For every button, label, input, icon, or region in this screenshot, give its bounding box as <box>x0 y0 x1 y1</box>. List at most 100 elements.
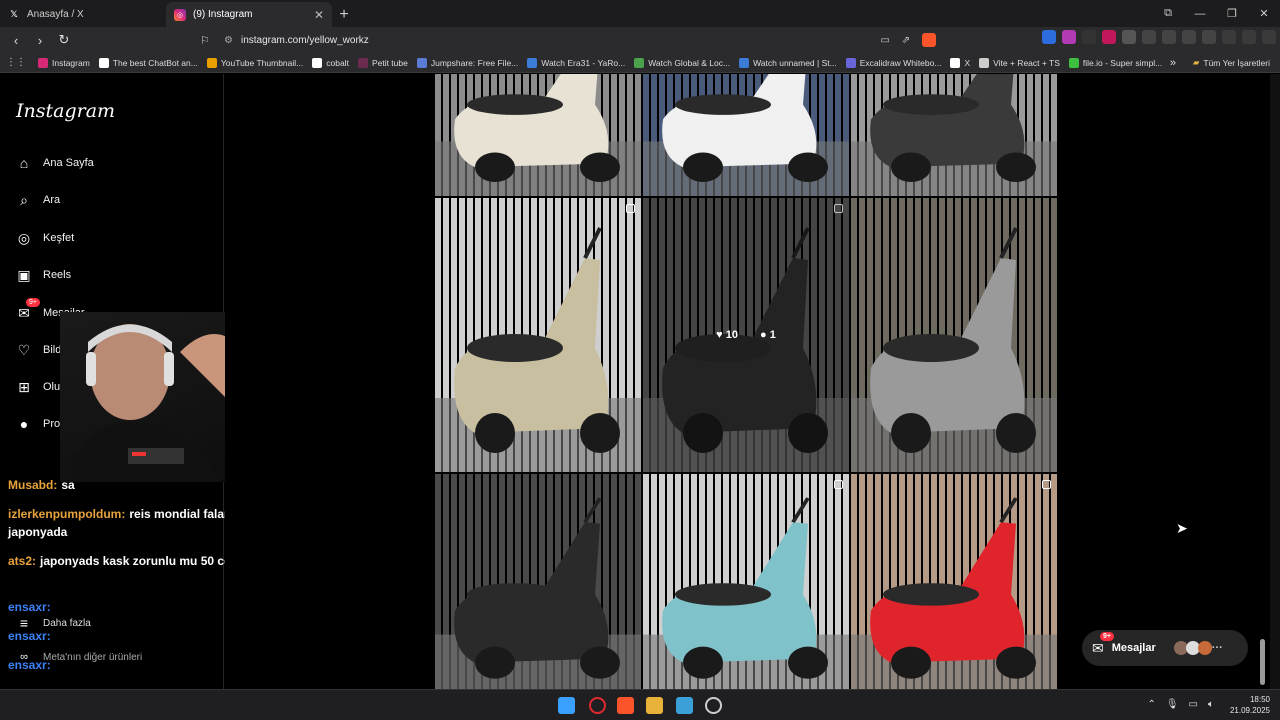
post-thumbnail[interactable] <box>851 198 1057 472</box>
bookmark-item[interactable]: cobalt <box>312 57 349 68</box>
wallet-icon[interactable] <box>1242 30 1256 44</box>
post-thumbnail[interactable] <box>435 474 641 689</box>
bookmark-icon[interactable]: ⚐ <box>200 34 210 47</box>
messenger-icon: ✉ 9+ <box>15 298 40 322</box>
messages-badge: 9+ <box>1100 631 1114 641</box>
chat-username: ensaxr: <box>8 658 51 672</box>
clock-time: 18:50 <box>1249 695 1270 704</box>
bookmark-item[interactable]: file.io - Super simpl... <box>1068 57 1163 68</box>
opera-icon[interactable] <box>589 697 606 714</box>
microphone-icon[interactable]: 🎙︎ <box>1166 699 1179 710</box>
all-bookmarks[interactable]: ▰ Tüm Yer İşaretleri <box>1193 57 1270 68</box>
apps-icon[interactable]: ⋮⋮ <box>6 57 26 68</box>
instagram-logo[interactable]: Instagram <box>16 100 115 122</box>
reload-button[interactable]: ↻ <box>54 30 74 50</box>
screenshot-icon[interactable]: ▭ <box>881 35 890 46</box>
minimize-icon[interactable]: — <box>1184 0 1216 27</box>
bookmark-item[interactable]: Instagram <box>38 57 90 68</box>
scooter-image <box>643 497 849 689</box>
sidebar-item-label: Ana Sayfa <box>43 157 94 169</box>
comments-value: 1 <box>769 329 776 341</box>
menu-icon[interactable] <box>1262 30 1276 44</box>
window-controls: ⧉ — ❐ ✕ <box>1152 0 1280 27</box>
scroll-track[interactable] <box>1270 74 1280 689</box>
bookmark-item[interactable]: Jumpshare: Free File... <box>416 57 518 68</box>
forward-button[interactable]: › <box>30 30 50 50</box>
compass-icon: ◎ <box>17 229 31 246</box>
extension-icon[interactable] <box>1162 30 1176 44</box>
bookmark-item[interactable]: Watch Era31 - YaRo... <box>527 57 625 68</box>
site-info-icon[interactable]: ⚙ <box>224 35 233 46</box>
bookmark-item[interactable]: Vite + React + TS <box>979 57 1060 68</box>
extension-icon[interactable] <box>1122 30 1136 44</box>
extension-icon[interactable] <box>1062 30 1076 44</box>
bookmark-label: Petit tube <box>371 57 408 68</box>
file-explorer-icon[interactable] <box>646 697 663 714</box>
chat-username: ats2: <box>8 554 37 568</box>
bookmark-item[interactable]: Watch Global & Loc... <box>634 57 731 68</box>
volume-icon[interactable]: 🔈︎ <box>1208 699 1214 710</box>
sidebar-item-reels[interactable]: ▣ Reels <box>15 266 71 284</box>
bookmark-label: The best ChatBot an... <box>112 57 198 68</box>
notification-badge: 9+ <box>26 298 40 307</box>
brave-icon[interactable] <box>617 697 634 714</box>
post-thumbnail[interactable] <box>435 74 641 196</box>
sidebar-item-search[interactable]: ⌕ Ara <box>15 191 60 209</box>
app-icon[interactable] <box>705 697 722 714</box>
url-text: instagram.com/yellow_workz <box>240 34 369 46</box>
tab-x[interactable]: 𝕏 Anasayfa / X <box>0 2 166 27</box>
display-icon[interactable]: ▭ <box>1189 699 1198 710</box>
post-thumbnail[interactable] <box>851 474 1057 689</box>
close-icon[interactable]: ✕ <box>314 8 324 22</box>
comment-count: ● 1 <box>760 329 776 341</box>
page-scrollbar[interactable] <box>1260 639 1265 685</box>
photos-icon[interactable] <box>676 697 693 714</box>
bookmark-favicon-icon <box>527 57 538 68</box>
more-bookmarks-button[interactable]: » <box>1170 57 1176 69</box>
sidebar-item-home[interactable]: ⌂ Ana Sayfa <box>15 154 94 172</box>
address-bar[interactable]: ⚐ ⚙ instagram.com/yellow_workz ▭ ⇗ <box>196 30 946 50</box>
post-thumbnail[interactable]: ♥ 10 ● 1 <box>643 198 849 472</box>
post-thumbnail[interactable] <box>435 198 641 472</box>
new-tab-button[interactable]: + <box>332 3 356 27</box>
bookmark-item[interactable]: Excalidraw Whitebo... <box>845 57 941 68</box>
system-clock[interactable]: 18:50 21.09.2025 <box>1230 694 1270 716</box>
extensions-icon[interactable]: ⧉ <box>1152 0 1184 27</box>
bookmark-label: YouTube Thumbnail... <box>220 57 304 68</box>
tab-instagram[interactable]: ◎ (9) Instagram ✕ <box>166 2 332 27</box>
multi-photo-icon <box>834 480 843 489</box>
brave-shield-icon[interactable] <box>922 33 936 47</box>
bookmark-item[interactable]: YouTube Thumbnail... <box>206 57 304 68</box>
messages-floating-button[interactable]: ✉ 9+ Mesajlar ··· <box>1082 630 1248 666</box>
post-thumbnail[interactable] <box>643 474 849 689</box>
avatar-icon: ● <box>19 416 29 432</box>
extension-icon[interactable] <box>1042 30 1056 44</box>
bookmark-item[interactable]: The best ChatBot an... <box>98 57 198 68</box>
windows-start-icon[interactable] <box>558 697 575 714</box>
extension-icon[interactable] <box>1202 30 1216 44</box>
close-window-icon[interactable]: ✕ <box>1248 0 1280 27</box>
post-thumbnail[interactable] <box>643 74 849 196</box>
chevron-up-icon[interactable]: ⌃ <box>1147 699 1155 710</box>
extension-icon[interactable] <box>1082 30 1096 44</box>
sidebar-item-compass[interactable]: ◎ Keşfet <box>15 229 74 247</box>
restore-icon[interactable]: ❐ <box>1216 0 1248 27</box>
bookmark-label: file.io - Super simpl... <box>1082 57 1163 68</box>
bookmark-label: Watch Global & Loc... <box>648 57 731 68</box>
bookmark-label: Watch unnamed | St... <box>753 57 837 68</box>
scooter-image <box>851 497 1057 689</box>
post-thumbnail[interactable] <box>851 74 1057 196</box>
back-button[interactable]: ‹ <box>6 30 26 50</box>
extension-icon[interactable] <box>1102 30 1116 44</box>
profile-post-grid: ♥ 10 ● 1 <box>225 74 1270 689</box>
share-icon[interactable]: ⇗ <box>902 35 910 46</box>
likes-value: 10 <box>725 329 738 341</box>
bookmark-item[interactable]: X <box>950 57 970 68</box>
bookmark-favicon-icon <box>950 57 961 68</box>
extension-icon[interactable] <box>1142 30 1156 44</box>
bookmark-item[interactable]: Petit tube <box>357 57 408 68</box>
music-icon[interactable] <box>1222 30 1236 44</box>
extension-icon[interactable] <box>1182 30 1196 44</box>
plus-square-icon: ⊞ <box>18 378 30 395</box>
bookmark-item[interactable]: Watch unnamed | St... <box>739 57 837 68</box>
